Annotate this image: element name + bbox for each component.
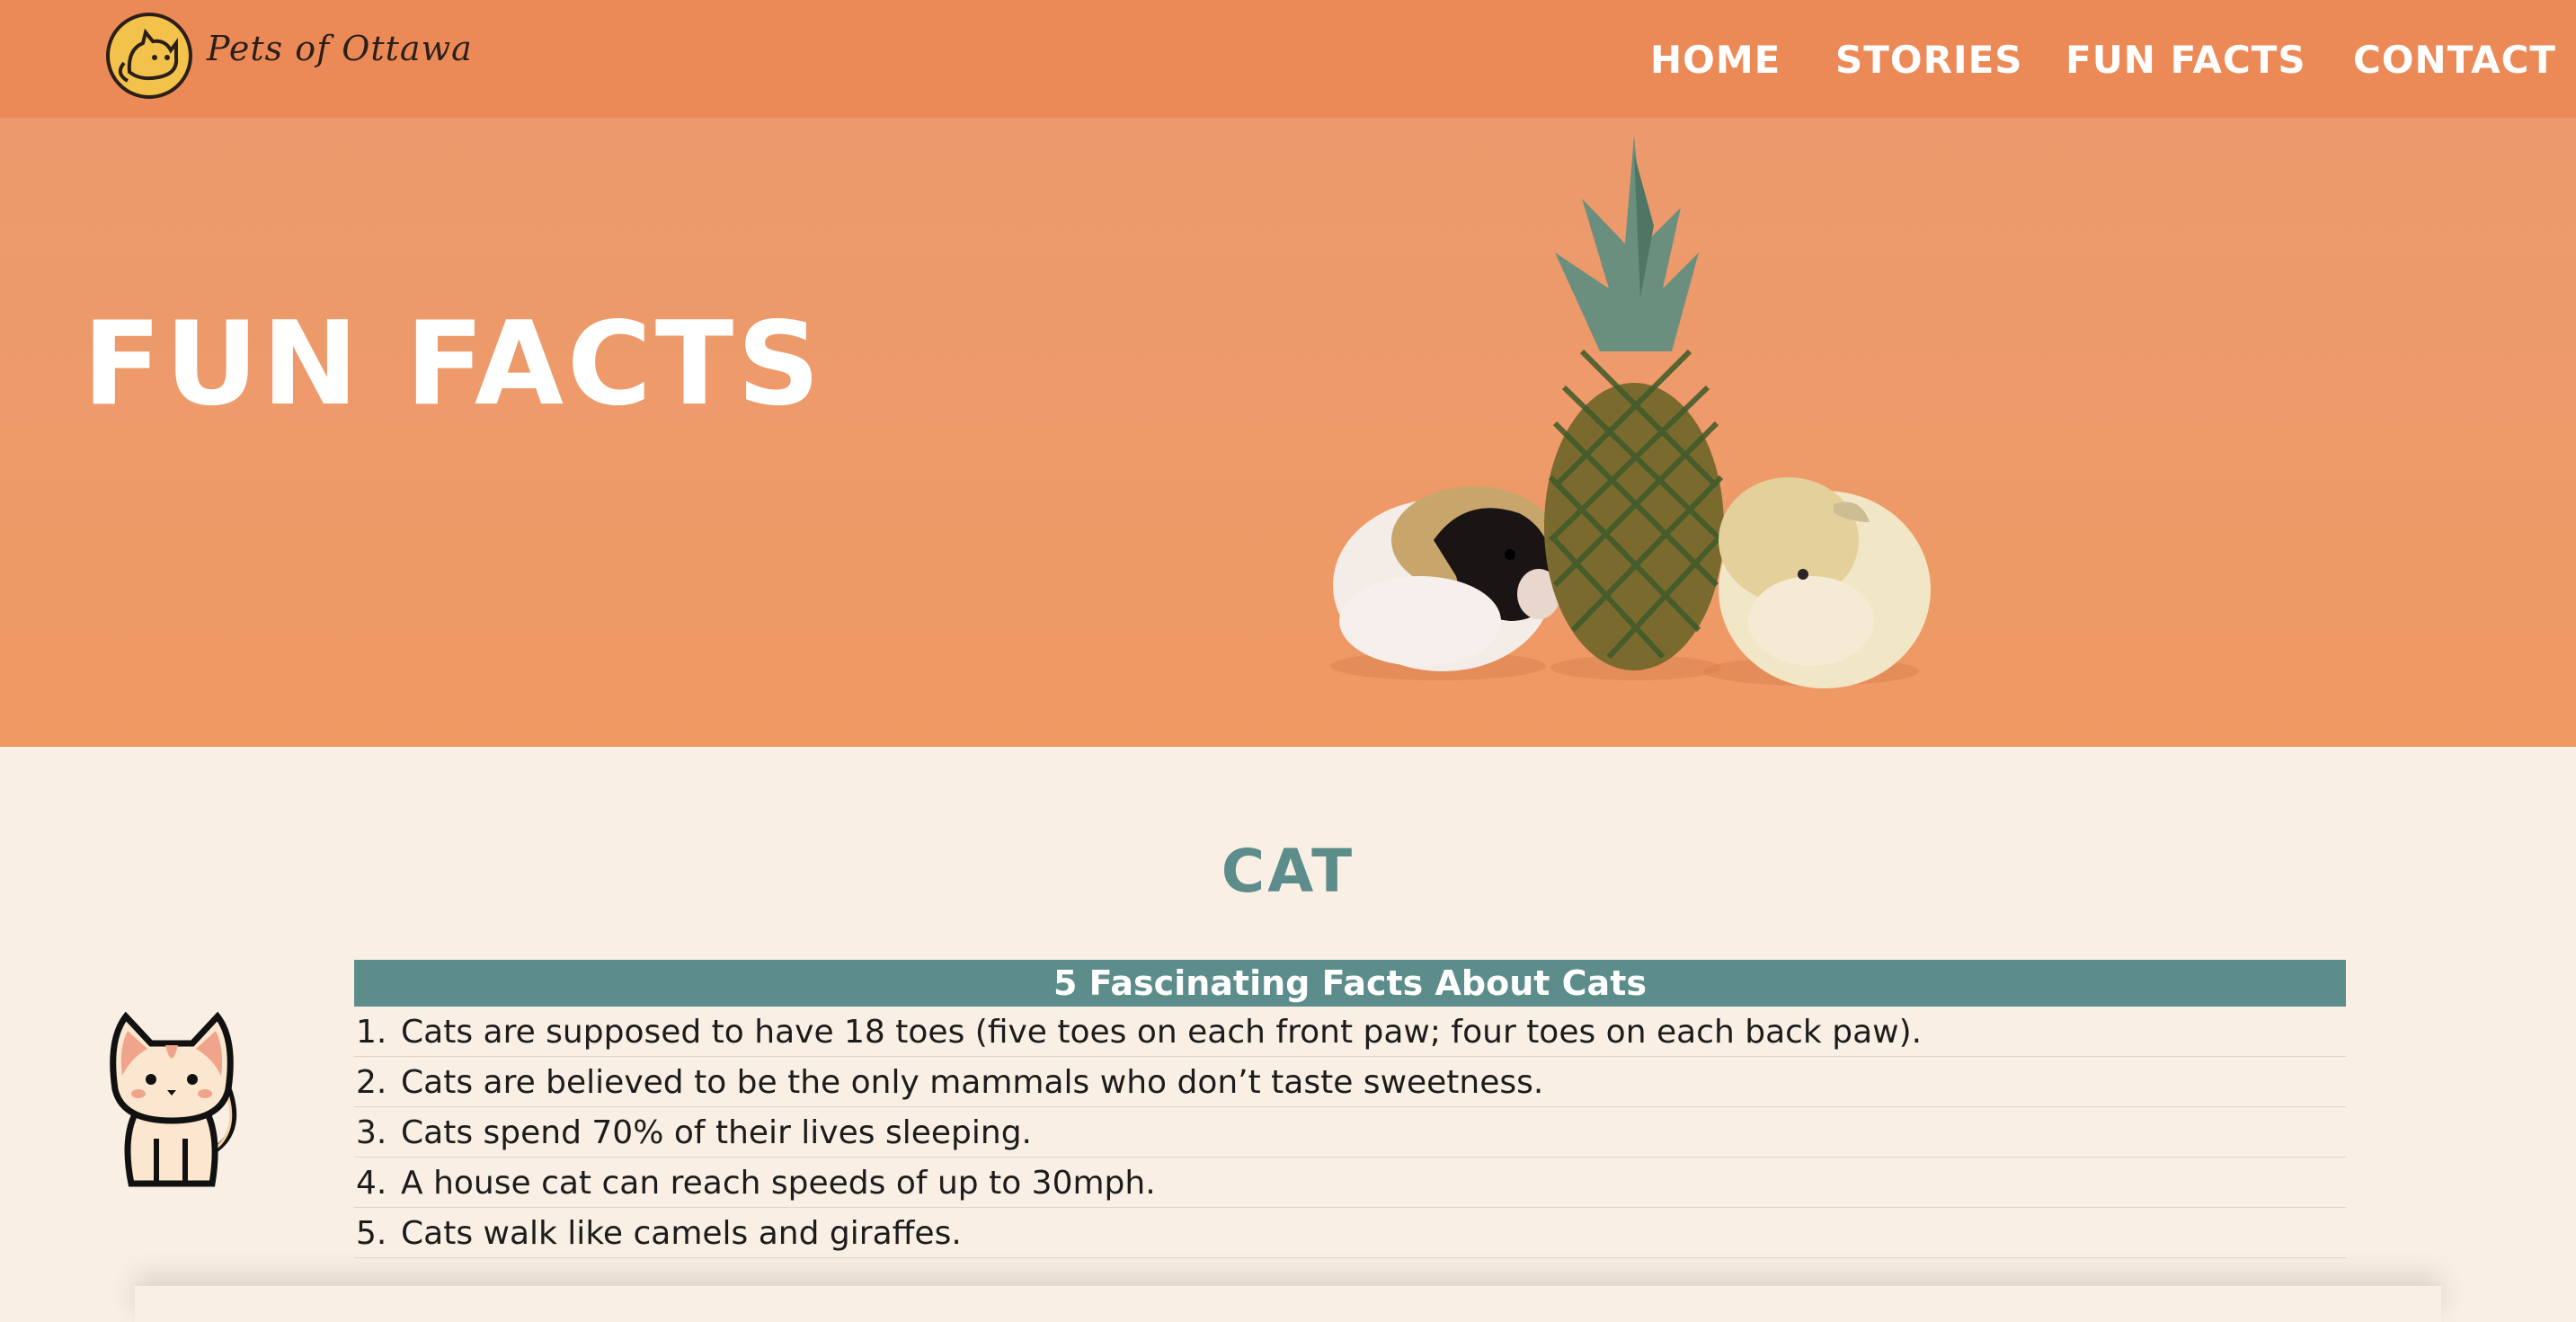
guinea-pig-left <box>1333 486 1560 671</box>
cat-logo-icon[interactable] <box>102 9 196 102</box>
fact-number: 5. <box>356 1215 387 1252</box>
fact-text: Cats walk like camels and giraffes. <box>401 1215 962 1252</box>
pineapple <box>1544 136 1724 670</box>
content-section: CAT 5 Fascinating Facts About Cats 1. Ca… <box>0 747 2576 1303</box>
facts-table: 5 Fascinating Facts About Cats 1. Cats a… <box>354 960 2346 1258</box>
fact-number: 3. <box>356 1114 387 1151</box>
fact-number: 2. <box>356 1064 387 1101</box>
nav-home-link[interactable]: HOME <box>1650 38 1781 82</box>
hero-banner: FUN FACTS <box>0 118 2576 747</box>
table-row: 4. A house cat can reach speeds of up to… <box>354 1158 2346 1208</box>
table-row: 2. Cats are believed to be the only mamm… <box>354 1057 2346 1107</box>
nav-fun-facts-link[interactable]: FUN FACTS <box>2065 38 2306 82</box>
brand-name[interactable]: Pets of Ottawa <box>207 29 473 68</box>
nav-contact-link[interactable]: CONTACT <box>2353 38 2556 82</box>
fact-number: 4. <box>356 1165 387 1202</box>
fact-text: Cats are supposed to have 18 toes (five … <box>401 1014 1923 1051</box>
fact-text: A house cat can reach speeds of up to 30… <box>401 1165 1156 1202</box>
page-bottom-shadow <box>135 1286 2441 1322</box>
fact-text: Cats spend 70% of their lives sleeping. <box>401 1114 1032 1151</box>
top-navbar: Pets of Ottawa HOME STORIES FUN FACTS CO… <box>0 0 2576 118</box>
cat-illustration-icon <box>95 1004 248 1193</box>
guinea-pig-right <box>1719 477 1931 688</box>
section-title: CAT <box>1221 837 1355 906</box>
guinea-pigs-and-pineapple-photo <box>1285 118 1986 747</box>
fact-number: 1. <box>356 1014 387 1051</box>
facts-table-header: 5 Fascinating Facts About Cats <box>354 960 2346 1007</box>
fact-text: Cats are believed to be the only mammals… <box>401 1064 1544 1101</box>
table-row: 5. Cats walk like camels and giraffes. <box>354 1208 2346 1258</box>
table-row: 3. Cats spend 70% of their lives sleepin… <box>354 1107 2346 1158</box>
nav-stories-link[interactable]: STORIES <box>1835 38 2023 82</box>
table-row: 1. Cats are supposed to have 18 toes (fi… <box>354 1007 2346 1057</box>
hero-title: FUN FACTS <box>83 297 824 431</box>
